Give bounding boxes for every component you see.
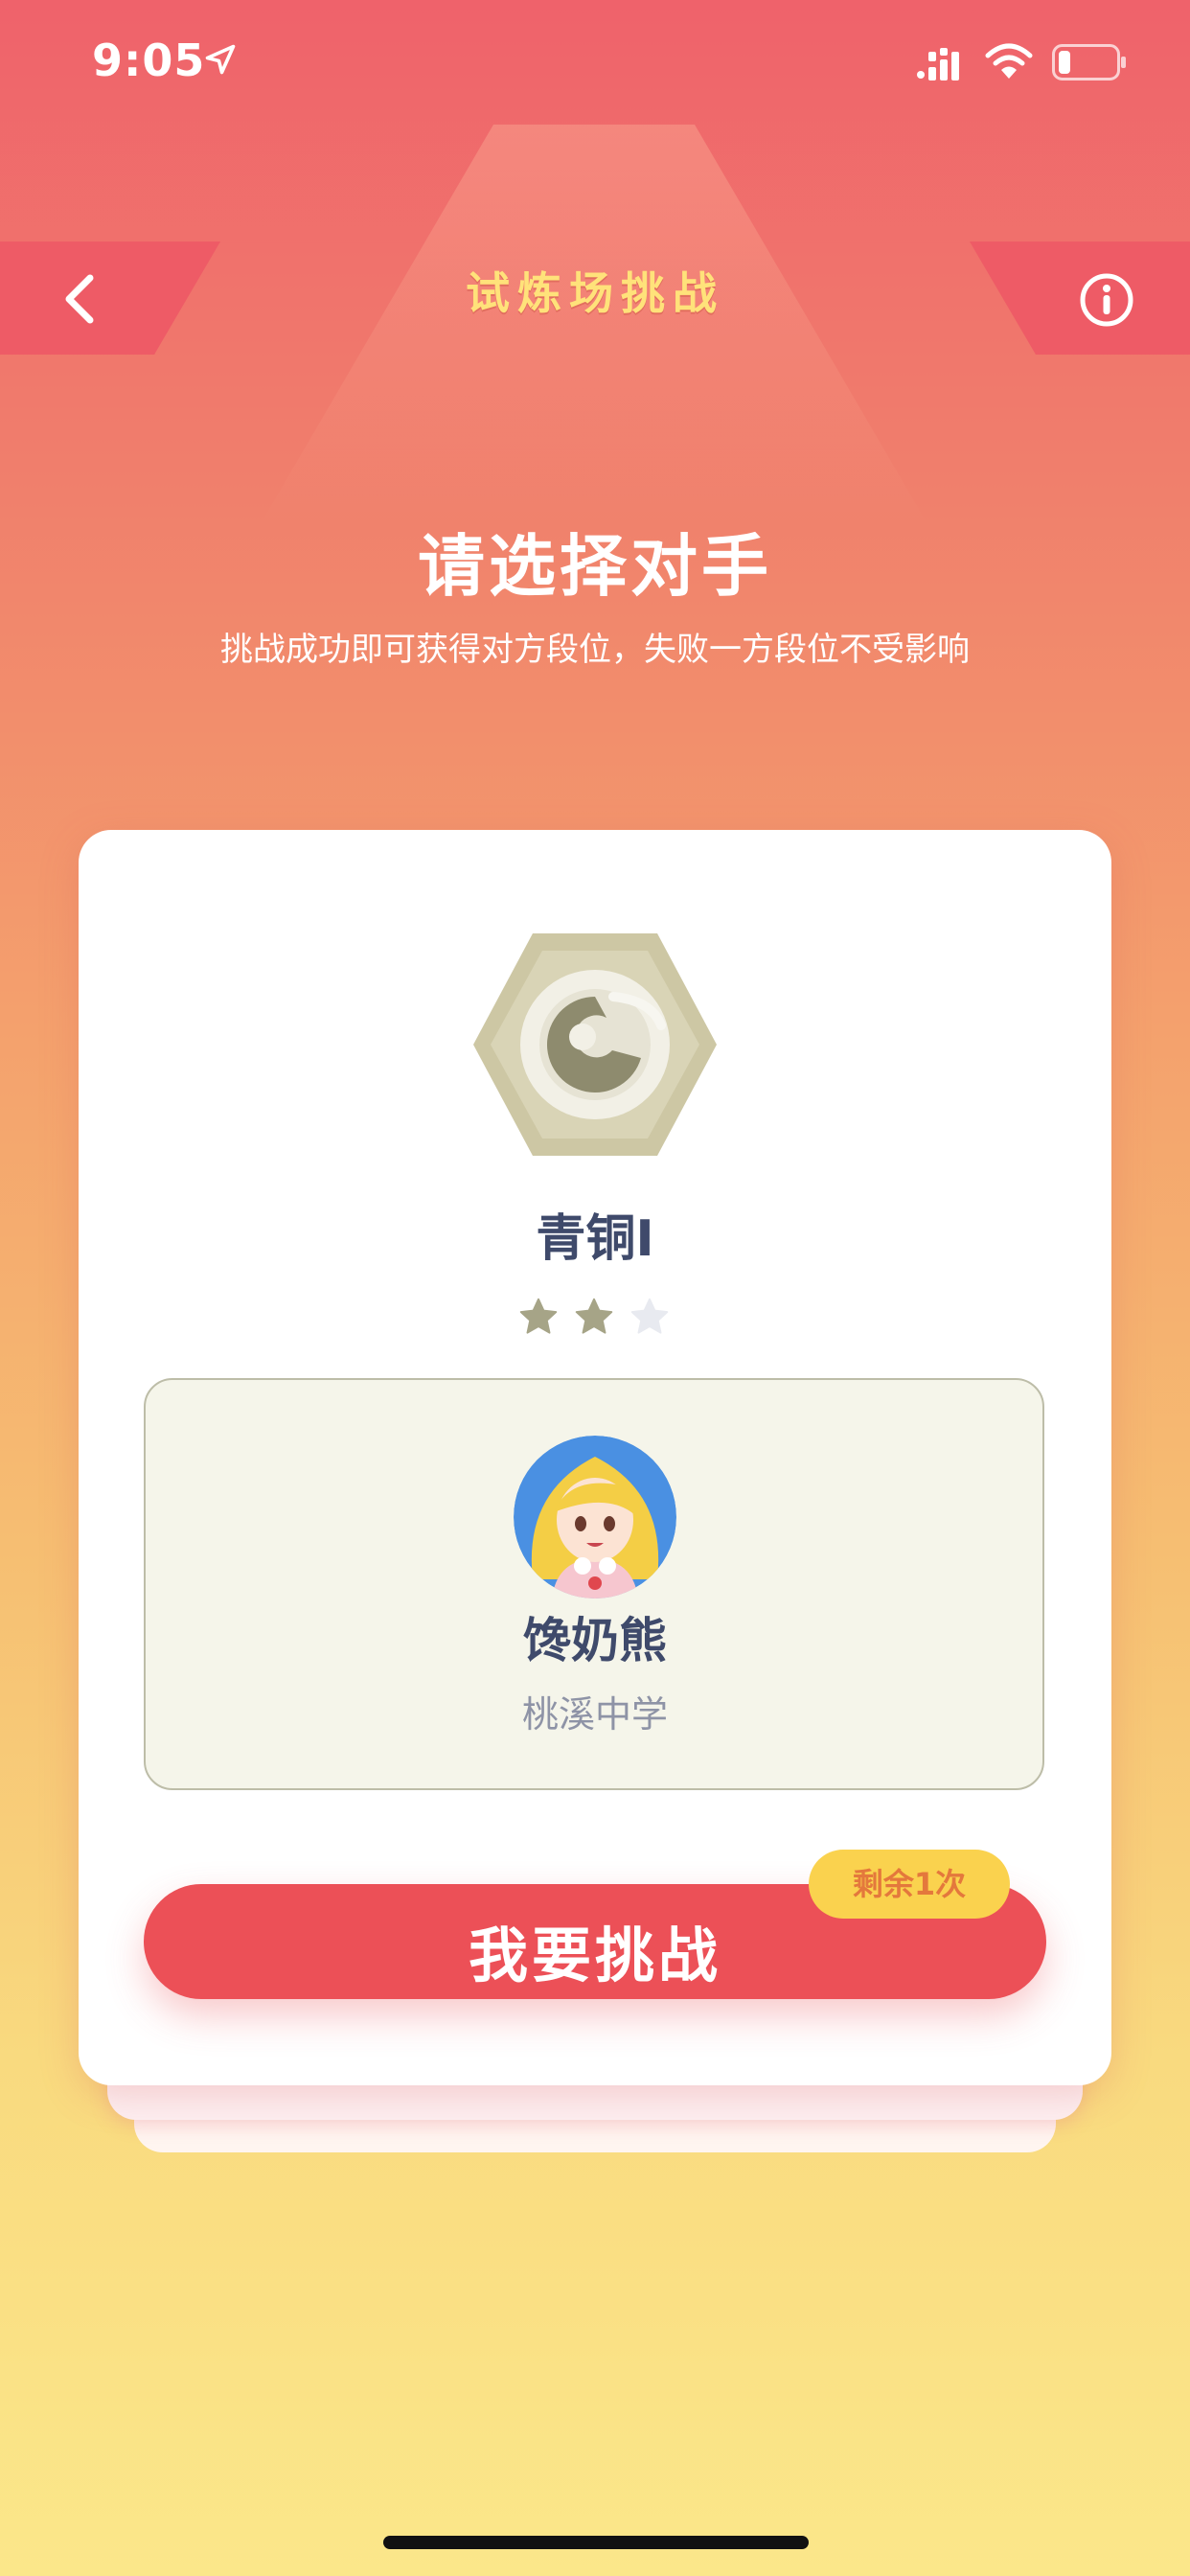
rank-name: 青铜I xyxy=(536,1210,654,1268)
star-filled-icon xyxy=(519,1298,558,1334)
challenge-button-label: 我要挑战 xyxy=(468,1920,721,1990)
section-subtitle: 挑战成功即可获得对方段位，失败一方段位不受影响 xyxy=(220,631,970,669)
status-bar: 9:05 xyxy=(0,0,1190,126)
status-time: 9:05 xyxy=(92,34,206,86)
opponent-avatar xyxy=(514,1436,676,1598)
rank-badge-icon xyxy=(473,933,717,1156)
rank-stars xyxy=(517,1296,673,1340)
section-title: 请选择对手 xyxy=(418,527,772,606)
star-empty-icon xyxy=(630,1298,669,1334)
opponent-name: 馋奶熊 xyxy=(523,1613,667,1668)
star-filled-icon xyxy=(575,1298,613,1334)
wifi-icon xyxy=(985,43,1033,79)
battery-icon xyxy=(1052,44,1126,80)
header-decoration xyxy=(259,125,929,527)
info-icon[interactable] xyxy=(1079,272,1134,328)
location-arrow-icon xyxy=(205,44,236,75)
home-indicator[interactable] xyxy=(383,2536,809,2549)
remaining-attempts-badge: 剩余1次 xyxy=(809,1850,1010,1919)
opponent-school: 桃溪中学 xyxy=(521,1693,668,1736)
cellular-signal-icon xyxy=(917,48,959,80)
